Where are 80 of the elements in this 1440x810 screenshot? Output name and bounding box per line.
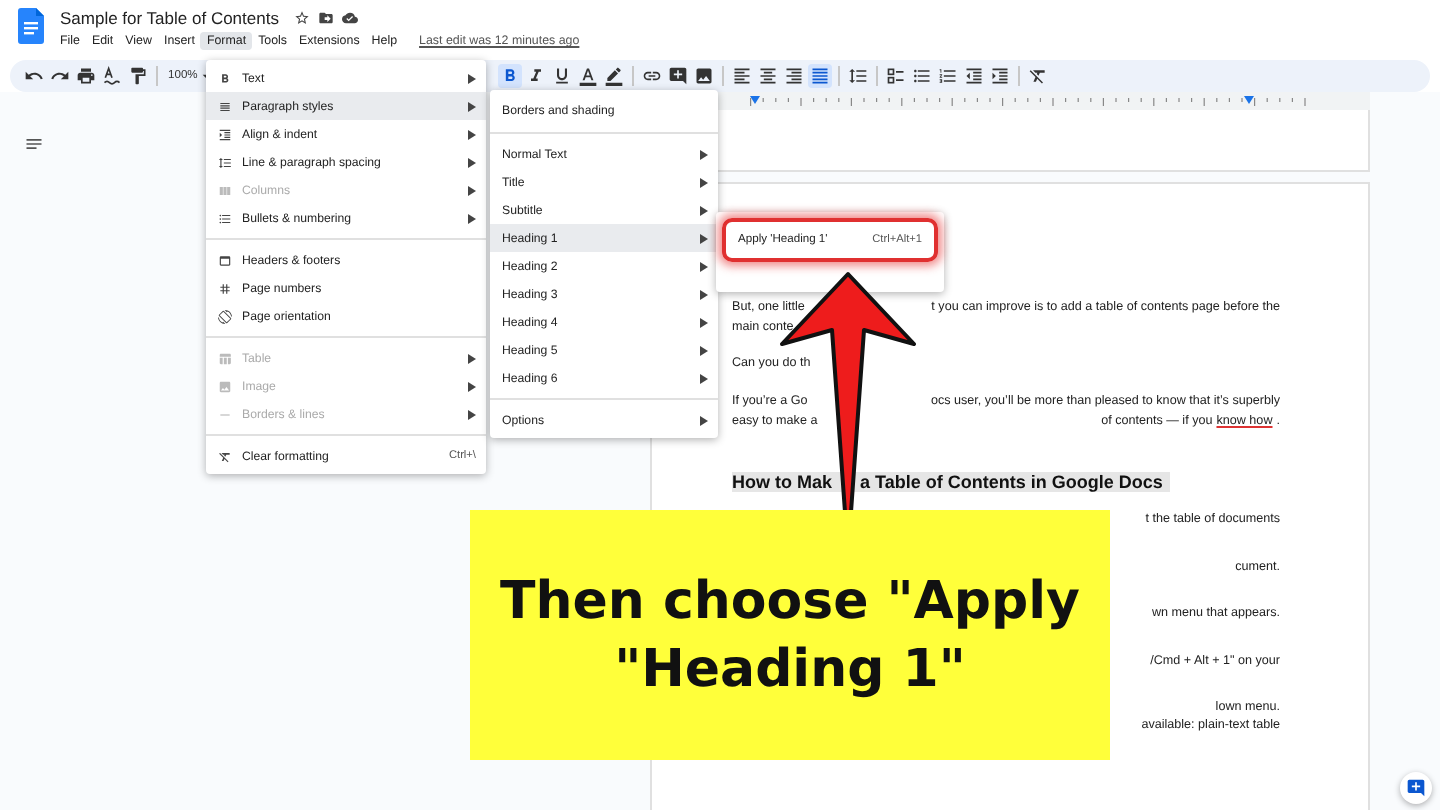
task-list-icon	[885, 66, 906, 86]
folder-icon[interactable]	[318, 10, 335, 26]
line-spacing-icon	[847, 66, 868, 86]
outdent-button[interactable]	[961, 64, 986, 88]
rotate-icon	[218, 309, 232, 323]
task-list-button[interactable]	[883, 64, 908, 88]
text-color-icon	[577, 66, 598, 86]
table-icon	[218, 351, 232, 365]
submenu-arrow-icon	[700, 177, 708, 187]
highlighter-button[interactable]	[601, 64, 626, 88]
spelling-button[interactable]	[100, 64, 124, 88]
header-icon	[218, 253, 232, 267]
star-icon[interactable]	[294, 10, 311, 26]
paragraph-icon	[218, 99, 232, 113]
submenu-arrow-icon	[700, 317, 708, 327]
submenu-arrow-icon	[700, 373, 708, 383]
submenu-arrow-icon	[700, 261, 708, 271]
submenu-arrow-icon	[468, 213, 476, 223]
columns-icon	[218, 183, 232, 197]
paint-roller-icon	[128, 66, 148, 86]
submenu-arrow-icon	[468, 129, 476, 139]
submenu-arrow-icon	[700, 289, 708, 299]
submenu-arrow-icon	[700, 345, 708, 355]
clear-formatting-icon	[218, 449, 232, 463]
outdent-icon	[963, 66, 984, 86]
clear-formatting-button[interactable]	[1025, 64, 1050, 88]
spelling-icon	[102, 66, 122, 86]
line-spacing-icon	[218, 155, 232, 169]
bold-button[interactable]	[497, 64, 522, 88]
bulleted-list-icon	[911, 66, 932, 86]
justify-button[interactable]	[807, 64, 832, 88]
line-spacing-button[interactable]	[845, 64, 870, 88]
submenu-arrow-icon	[468, 101, 476, 111]
outline-icon[interactable]	[24, 134, 44, 154]
submenu-arrow-icon	[700, 415, 708, 425]
align-center-icon	[757, 66, 778, 86]
print-icon	[76, 66, 96, 86]
indent-icon	[989, 66, 1010, 86]
highlighter-icon	[603, 66, 624, 86]
image-icon	[218, 379, 232, 393]
indent-button[interactable]	[987, 64, 1012, 88]
add-comment-icon	[1406, 778, 1426, 798]
bulleted-list-icon	[218, 211, 232, 225]
callout-text: Then choose "Apply "Heading 1"	[498, 569, 1082, 703]
clear-formatting-icon	[1027, 66, 1048, 86]
submenu-arrow-icon	[700, 205, 708, 215]
align-right-icon	[783, 66, 804, 86]
image-icon	[693, 66, 714, 86]
print-button[interactable]	[74, 64, 98, 88]
heading-text: a Table of Contents in Google Docs	[860, 472, 1171, 492]
document-title[interactable]: Sample for Table of Contents	[60, 8, 279, 28]
comment-icon	[667, 66, 688, 86]
align-center-button[interactable]	[755, 64, 780, 88]
docs-logo-icon	[18, 8, 44, 44]
submenu-arrow-icon	[468, 409, 476, 419]
link-icon	[641, 66, 662, 86]
bulleted-list-button[interactable]	[909, 64, 934, 88]
image-button[interactable]	[691, 64, 716, 88]
bold-icon	[218, 71, 232, 85]
submenu-arrow-icon	[700, 149, 708, 159]
align-left-button[interactable]	[729, 64, 754, 88]
submenu-arrow-icon	[468, 381, 476, 391]
submenu-arrow-icon	[468, 157, 476, 167]
submenu-arrow-icon	[468, 353, 476, 363]
submenu-arrow-icon	[468, 185, 476, 195]
submenu-arrow-icon	[700, 233, 708, 243]
numbered-list-button[interactable]	[935, 64, 960, 88]
align-left-icon	[731, 66, 752, 86]
align-right-button[interactable]	[781, 64, 806, 88]
paint-roller-button[interactable]	[126, 64, 150, 88]
text-color-button[interactable]	[575, 64, 600, 88]
cloud-icon[interactable]	[342, 10, 359, 26]
comment-button[interactable]	[665, 64, 690, 88]
submenu-arrow-icon	[468, 73, 476, 83]
justify-icon	[809, 66, 830, 86]
align-icon	[218, 127, 232, 141]
hash-icon	[218, 281, 232, 295]
numbered-list-icon	[937, 66, 958, 86]
underline-icon	[551, 66, 572, 86]
italic-icon	[525, 66, 546, 86]
